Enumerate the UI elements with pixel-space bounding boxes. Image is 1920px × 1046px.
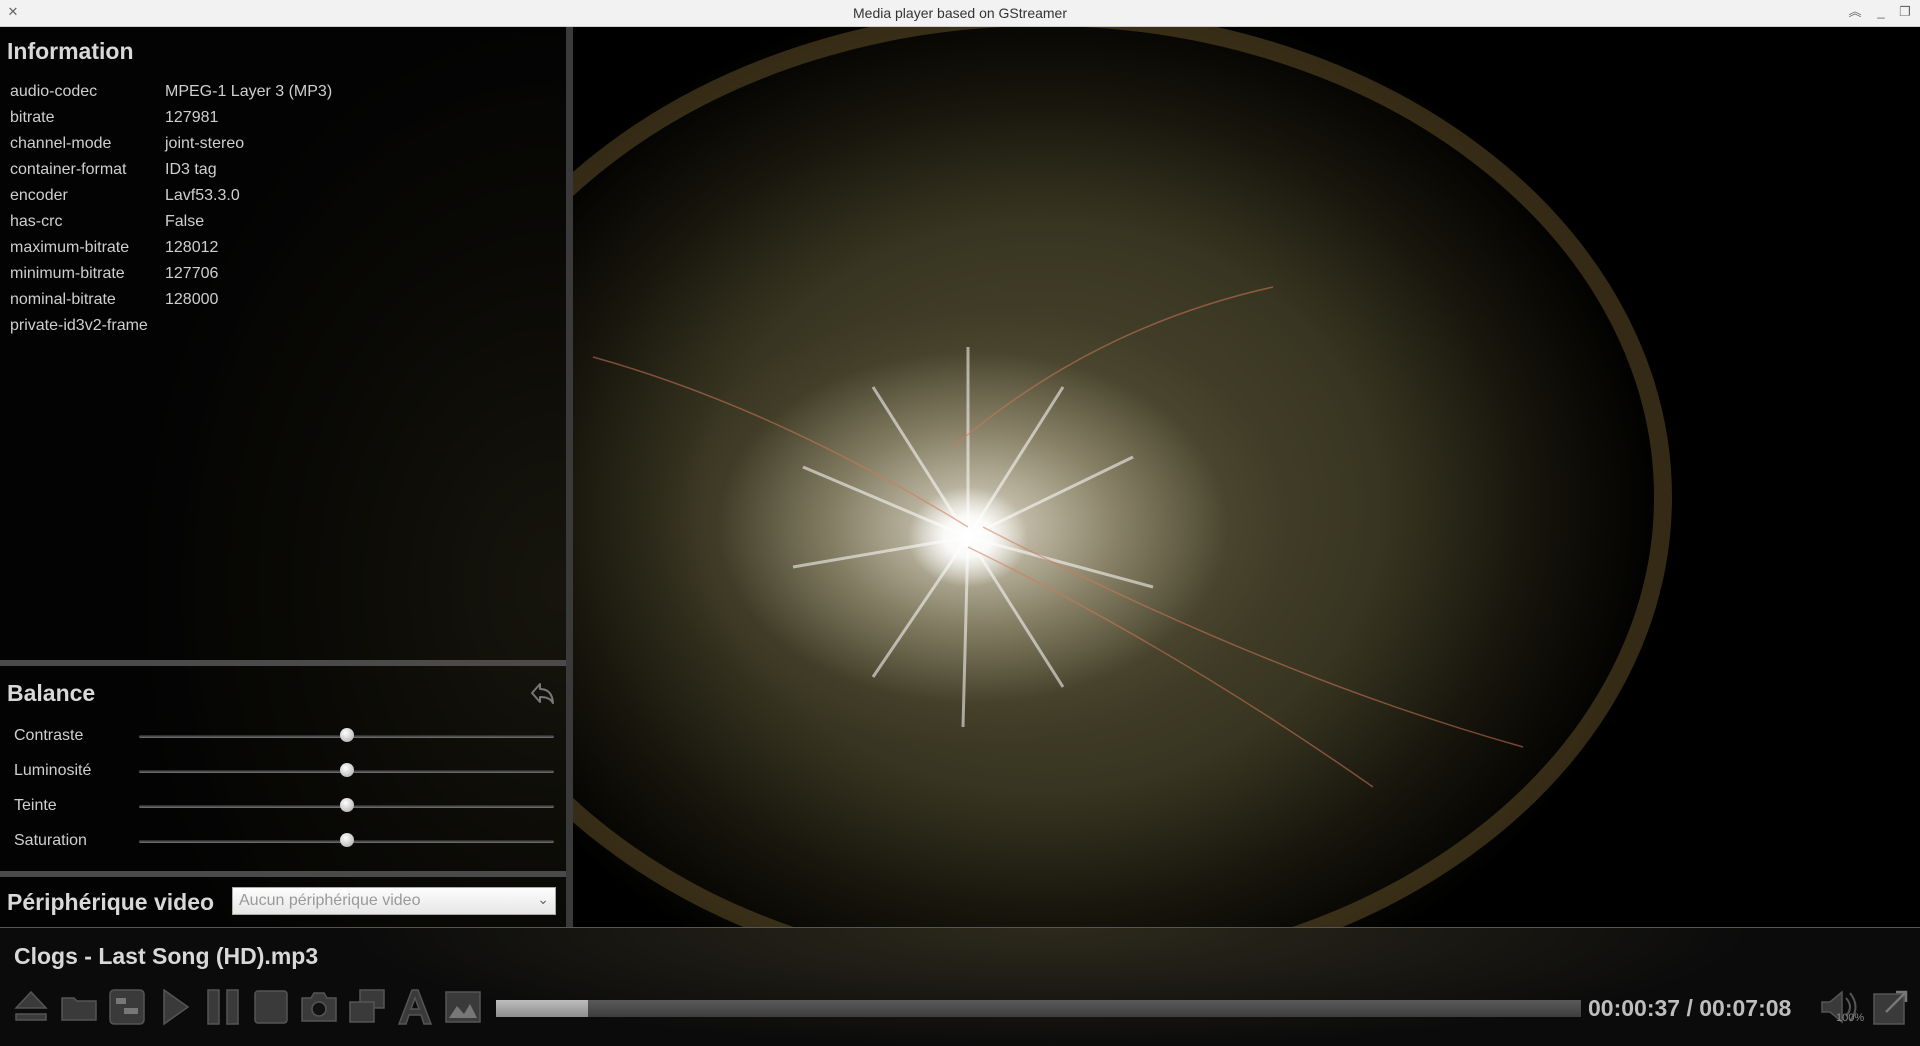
chevron-down-icon: ⌄ (537, 891, 549, 907)
video-device-label: Périphérique video (7, 889, 215, 915)
camera-icon[interactable] (298, 986, 340, 1028)
info-key: container-format (10, 161, 127, 178)
balance-title: Balance (7, 680, 96, 706)
eject-icon[interactable] (10, 986, 52, 1028)
info-key: has-crc (10, 213, 63, 230)
minimize-icon[interactable]: _ (1872, 3, 1890, 21)
information-panel: Information audio-codec MPEG-1 Layer 3 (M… (0, 27, 566, 660)
slider-label: Saturation (14, 832, 87, 849)
info-key: bitrate (10, 109, 55, 126)
windows-icon[interactable] (346, 986, 388, 1028)
reset-icon[interactable] (528, 678, 558, 708)
video-area (573, 27, 1920, 927)
fullscreen-icon[interactable] (1868, 986, 1912, 1030)
slider-row: Saturation (14, 829, 554, 853)
slider-row: Contraste (14, 724, 554, 748)
video-device-select[interactable]: Aucun périphérique video ⌄ (232, 887, 556, 915)
time-readout: 00:00:37 / 00:07:08 (1588, 995, 1792, 1021)
info-table: audio-codec MPEG-1 Layer 3 (MP3) bitrate 12… (10, 79, 332, 339)
media-filename: Clogs - Last Song (HD).mp3 (14, 943, 319, 969)
info-key: audio-codec (10, 83, 98, 100)
slider-label: Contraste (14, 727, 84, 744)
info-key: nominal-bitrate (10, 291, 116, 308)
info-value: MPEG-1 Layer 3 (MP3) (165, 83, 333, 100)
slider-row: Teinte (14, 794, 554, 818)
visualization (573, 27, 1672, 927)
settings-icon[interactable] (106, 986, 148, 1028)
info-row: container-format ID3 tag (10, 157, 332, 183)
play-icon[interactable] (154, 986, 196, 1028)
volume-level: 100% (1836, 1012, 1865, 1024)
information-title: Information (7, 38, 134, 64)
info-row: bitrate 127981 (10, 105, 332, 131)
info-key: private-id3v2-frame (10, 317, 148, 334)
seek-bar-fill (496, 1000, 589, 1017)
video-device-panel: Périphérique video Aucun périphérique vi… (0, 877, 566, 927)
info-value: 127706 (165, 265, 219, 282)
slider-label: Teinte (14, 797, 57, 814)
info-row: minimum-bitrate 127706 (10, 261, 332, 287)
pause-icon[interactable] (202, 986, 244, 1028)
info-row: nominal-bitrate 128000 (10, 287, 332, 313)
info-value: False (165, 213, 205, 230)
window-title: Media player based on GStreamer (853, 5, 1067, 21)
info-row: channel-mode joint-stereo (10, 131, 332, 157)
slider-handle[interactable] (339, 798, 354, 812)
slider-handle[interactable] (339, 728, 354, 742)
info-key: channel-mode (10, 135, 112, 152)
video-device-selected: Aucun périphérique video (239, 892, 421, 909)
info-key: minimum-bitrate (10, 265, 125, 282)
info-row: audio-codec MPEG-1 Layer 3 (MP3) (10, 79, 332, 105)
stop-icon[interactable] (250, 986, 292, 1028)
maximize-icon[interactable]: ︽ (1846, 3, 1864, 21)
restore-icon[interactable]: ❐ (1896, 3, 1914, 21)
info-value: 128012 (165, 239, 219, 256)
info-value: ID3 tag (165, 161, 217, 178)
panel-splitter[interactable] (566, 27, 573, 927)
info-row: encoder Lavf53.3.0 (10, 183, 332, 209)
slider-handle[interactable] (339, 833, 354, 847)
info-value (165, 313, 332, 339)
info-value: 128000 (165, 291, 219, 308)
info-value: 127981 (165, 109, 219, 126)
info-row: has-crc False (10, 209, 332, 235)
info-value: Lavf53.3.0 (165, 187, 240, 204)
info-value: joint-stereo (165, 135, 245, 152)
info-row: private-id3v2-frame (10, 313, 332, 339)
title-bar: ✕ Media player based on GStreamer ︽ _ ❐ (0, 0, 1920, 27)
image-icon[interactable] (442, 986, 484, 1028)
info-key: encoder (10, 187, 68, 204)
slider-row: Luminosité (14, 759, 554, 783)
text-icon[interactable] (394, 986, 436, 1028)
slider-handle[interactable] (339, 763, 354, 777)
open-folder-icon[interactable] (58, 986, 100, 1028)
info-row: maximum-bitrate 128012 (10, 235, 332, 261)
seek-bar[interactable] (496, 1000, 1581, 1017)
slider-label: Luminosité (14, 762, 92, 779)
balance-panel: Balance Contraste Luminosité Teinte Saturat… (0, 666, 566, 871)
info-key: maximum-bitrate (10, 239, 130, 256)
